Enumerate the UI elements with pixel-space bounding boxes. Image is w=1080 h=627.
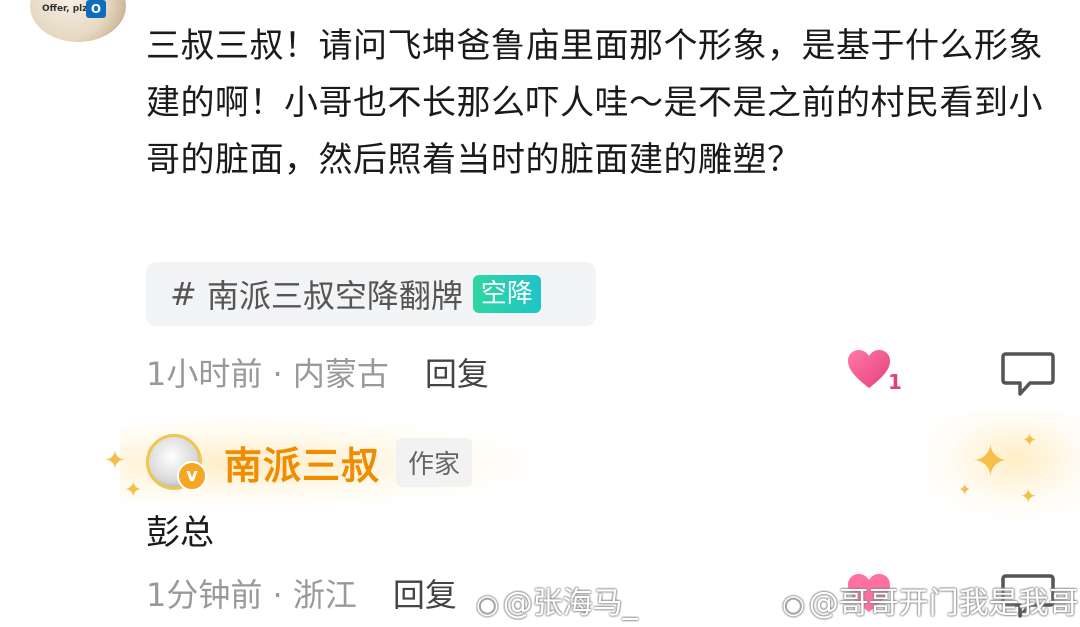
sparkle-icon: ✦ <box>124 478 143 503</box>
reply-time-location: 1分钟前 · 浙江 <box>146 576 357 614</box>
reply-meta: 1分钟前 · 浙江 回复 <box>146 568 457 618</box>
verified-icon: v <box>177 461 207 491</box>
comment-like-button[interactable]: 1 <box>846 348 906 398</box>
weibo-icon: ◉ <box>782 590 805 620</box>
watermark-text: @哥哥开门我是我哥 <box>808 586 1079 621</box>
reply-reply-button[interactable]: 回复 <box>393 570 457 616</box>
reply-text: 彭总 <box>146 513 214 553</box>
outlook-icon: O <box>86 0 106 18</box>
comment-meta: 1小时前 · 内蒙古 回复 <box>146 347 489 397</box>
comment-time-location: 1小时前 · 内蒙古 <box>146 355 389 393</box>
sparkle-icon: ✦ <box>958 480 972 499</box>
sparkle-icon: ✦ <box>1020 484 1037 508</box>
sparkle-icon: ✦ <box>972 436 1009 487</box>
heart-icon <box>848 350 890 388</box>
top-avatar[interactable]: Offer, plz O <box>30 0 126 42</box>
author-tag: 作家 <box>396 437 473 487</box>
author-name[interactable]: 南派三叔 <box>224 435 380 490</box>
weibo-icon: ◉ <box>476 590 499 620</box>
hash-icon: # <box>170 275 197 313</box>
sparkle-icon: ✦ <box>1022 430 1038 451</box>
watermark: ◉ @张海马_ <box>476 578 638 622</box>
topic-badge: 空降 <box>472 275 541 313</box>
comment-bubble-icon[interactable] <box>1000 350 1056 398</box>
topic-chip[interactable]: # 南派三叔空降翻牌 空降 <box>146 262 596 326</box>
avatar[interactable]: v <box>146 434 207 491</box>
sparkle-icon: ✦ <box>104 446 126 476</box>
watermark: ◉ @哥哥开门我是我哥 <box>782 578 1079 622</box>
like-count: 1 <box>888 370 902 394</box>
comment-reply-button[interactable]: 回复 <box>425 349 489 395</box>
watermark-text: @张海马_ <box>502 586 638 621</box>
avatar-caption: Offer, plz <box>42 4 88 14</box>
reply-author: v 南派三叔 作家 <box>146 433 473 491</box>
comment-text: 三叔三叔！请问飞坤爸鲁庙里面那个形象，是基于什么形象建的啊！小哥也不长那么吓人哇… <box>146 26 1043 180</box>
topic-label: 南派三叔空降翻牌 <box>206 277 463 315</box>
